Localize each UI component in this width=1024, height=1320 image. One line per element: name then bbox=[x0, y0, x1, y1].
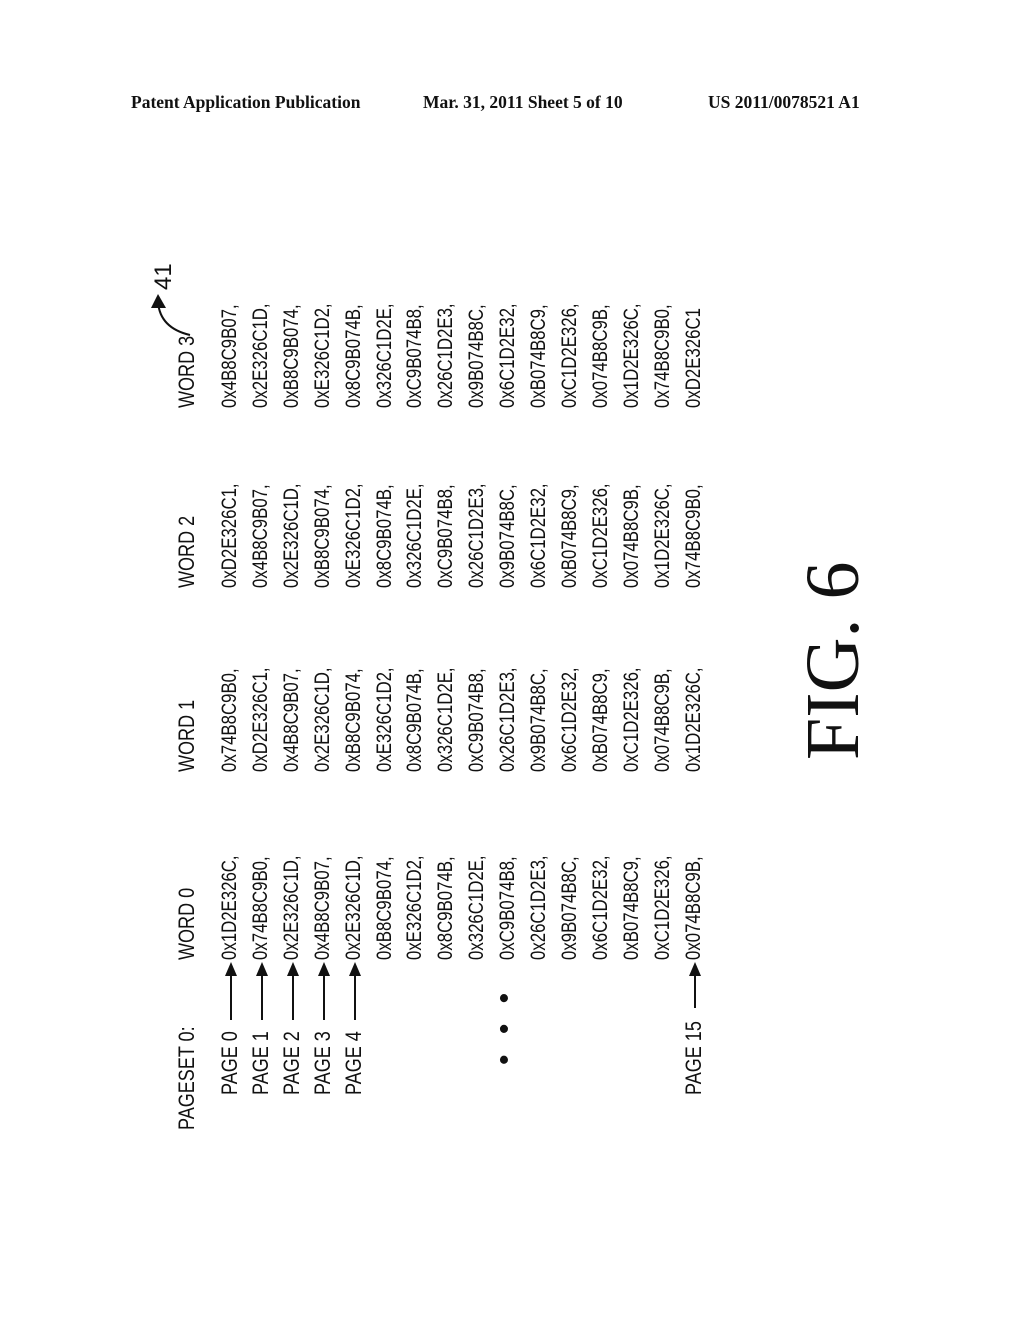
hex-value-cell: 0x8C9B074B, bbox=[372, 484, 396, 588]
hex-value-cell: 0x8C9B074B, bbox=[434, 856, 458, 960]
hex-value-cell: 0x9B074B8C, bbox=[557, 856, 581, 960]
page-label: PAGE 15 bbox=[680, 1021, 706, 1095]
arrow-head-icon bbox=[286, 962, 299, 976]
hex-value-cell: 0x2E326C1D, bbox=[248, 303, 272, 408]
hex-value-cell: 0x074B8C9B, bbox=[588, 304, 612, 408]
reference-arrow-icon bbox=[151, 294, 191, 336]
hex-value-cell: 0xE326C1D2, bbox=[403, 855, 427, 960]
hex-value-cell: 0x6C1D2E32, bbox=[496, 303, 520, 408]
hex-value-cell: 0x74B8C9B0, bbox=[650, 304, 674, 408]
figure-caption: FIG. 6 bbox=[791, 561, 875, 760]
hex-value-cell: 0xC1D2E326, bbox=[588, 483, 612, 588]
hex-value-cell: 0x74B8C9B0, bbox=[218, 668, 241, 772]
hex-value-cell: 0x9B074B8C, bbox=[496, 484, 520, 588]
hex-value-cell: 0xE326C1D2, bbox=[372, 667, 396, 772]
hex-value-cell: 0x4B8C9B07, bbox=[248, 484, 272, 588]
column-header-word-3: WORD 3 bbox=[174, 335, 199, 408]
hex-value-cell: 0x326C1D2E, bbox=[403, 483, 427, 588]
hex-value-cell: 0xC9B074B8, bbox=[403, 304, 427, 408]
hex-value-cell: 0x8C9B074B, bbox=[403, 668, 427, 772]
hex-value-cell: 0x074B8C9B, bbox=[681, 856, 705, 960]
hex-value-cell: 0x1D2E326C, bbox=[619, 303, 643, 408]
hex-value-cell: 0xC9B074B8, bbox=[496, 856, 520, 960]
page-label: PAGE 0 bbox=[217, 1031, 242, 1095]
page-label: PAGE 3 bbox=[309, 1031, 335, 1095]
hex-value-cell: 0x2E326C1D, bbox=[279, 483, 303, 588]
hex-value-cell: 0xB074B8C9, bbox=[619, 856, 643, 960]
arrow-head-icon bbox=[317, 962, 330, 976]
hex-value-cell: 0x26C1D2E3, bbox=[465, 483, 489, 588]
page-label: PAGE 4 bbox=[340, 1031, 366, 1095]
hex-value-cell: 0x6C1D2E32, bbox=[588, 855, 612, 960]
arrow-head-icon bbox=[348, 962, 361, 976]
hex-value-cell: 0x2E326C1D, bbox=[341, 855, 365, 960]
hex-value-cell: 0xB8C9B074, bbox=[279, 304, 303, 408]
hex-value-cell: 0x26C1D2E3, bbox=[527, 855, 550, 960]
hex-value-cell: 0x8C9B074B, bbox=[341, 304, 365, 408]
figure-6: PAGESET 0: • • • FIG. 6 41 WORD 0 WORD 1 W… bbox=[0, 0, 1024, 1320]
pageset-label: PAGESET 0: bbox=[174, 1026, 199, 1130]
page-pointer-arrow-line bbox=[353, 970, 356, 1020]
hex-value-cell: 0xC1D2E326, bbox=[619, 667, 643, 772]
hex-value-cell: 0x26C1D2E3, bbox=[496, 667, 520, 772]
hex-value-cell: 0x74B8C9B0, bbox=[248, 856, 272, 960]
ellipsis: • • • bbox=[488, 986, 521, 1065]
hex-value-cell: 0xD2E326C1, bbox=[218, 483, 241, 588]
hex-value-cell: 0x326C1D2E, bbox=[434, 667, 458, 772]
hex-value-cell: 0x1D2E326C, bbox=[650, 483, 674, 588]
hex-value-cell: 0x9B074B8C, bbox=[527, 668, 550, 772]
page-pointer-arrow-line bbox=[230, 970, 232, 1020]
hex-value-cell: 0xC1D2E326, bbox=[650, 855, 674, 960]
hex-value-cell: 0xE326C1D2, bbox=[341, 483, 365, 588]
hex-value-cell: 0x074B8C9B, bbox=[619, 484, 643, 588]
column-header-word-2: WORD 2 bbox=[174, 515, 199, 588]
hex-value-cell: 0x326C1D2E, bbox=[465, 855, 489, 960]
hex-value-cell: 0xC9B074B8, bbox=[434, 484, 458, 588]
reference-numeral: 41 bbox=[150, 263, 177, 290]
hex-value-cell: 0xB074B8C9, bbox=[527, 304, 550, 408]
column-header-word-0: WORD 0 bbox=[174, 887, 199, 960]
hex-value-cell: 0x74B8C9B0, bbox=[681, 484, 705, 588]
hex-value-cell: 0x6C1D2E32, bbox=[527, 483, 550, 588]
hex-value-cell: 0xD2E326C1 bbox=[681, 308, 705, 408]
hex-value-cell: 0x2E326C1D, bbox=[279, 855, 303, 960]
column-header-word-1: WORD 1 bbox=[174, 699, 199, 772]
hex-value-cell: 0xE326C1D2, bbox=[310, 303, 334, 408]
hex-value-cell: 0x1D2E326C, bbox=[681, 667, 705, 772]
hex-value-cell: 0x26C1D2E3, bbox=[434, 303, 458, 408]
hex-value-cell: 0x4B8C9B07, bbox=[310, 856, 334, 960]
page-pointer-arrow-line bbox=[260, 970, 263, 1020]
page-pointer-arrow-line bbox=[322, 970, 325, 1020]
arrow-head-icon bbox=[688, 962, 701, 976]
arrow-head-icon bbox=[255, 962, 268, 976]
hex-value-cell: 0x2E326C1D, bbox=[310, 667, 334, 772]
hex-value-cell: 0x6C1D2E32, bbox=[557, 667, 581, 772]
page-label: PAGE 2 bbox=[278, 1031, 304, 1095]
hex-value-cell: 0x9B074B8C, bbox=[465, 304, 489, 408]
page-pointer-arrow-line bbox=[291, 970, 294, 1020]
arrow-head-icon bbox=[225, 962, 237, 976]
hex-value-cell: 0x4B8C9B07, bbox=[218, 304, 241, 408]
page-label: PAGE 1 bbox=[247, 1031, 273, 1095]
hex-value-cell: 0x074B8C9B, bbox=[650, 668, 674, 772]
hex-value-cell: 0xB074B8C9, bbox=[588, 668, 612, 772]
hex-value-cell: 0xB074B8C9, bbox=[557, 484, 581, 588]
hex-value-cell: 0xC1D2E326, bbox=[557, 303, 581, 408]
hex-value-cell: 0xB8C9B074, bbox=[372, 856, 396, 960]
hex-value-cell: 0xB8C9B074, bbox=[310, 484, 334, 588]
hex-value-cell: 0xC9B074B8, bbox=[465, 668, 489, 772]
hex-value-cell: 0x4B8C9B07, bbox=[279, 668, 303, 772]
hex-value-cell: 0xD2E326C1, bbox=[248, 667, 272, 772]
hex-value-cell: 0x1D2E326C, bbox=[218, 855, 241, 960]
hex-value-cell: 0x326C1D2E, bbox=[372, 303, 396, 408]
hex-value-cell: 0xB8C9B074, bbox=[341, 668, 365, 772]
